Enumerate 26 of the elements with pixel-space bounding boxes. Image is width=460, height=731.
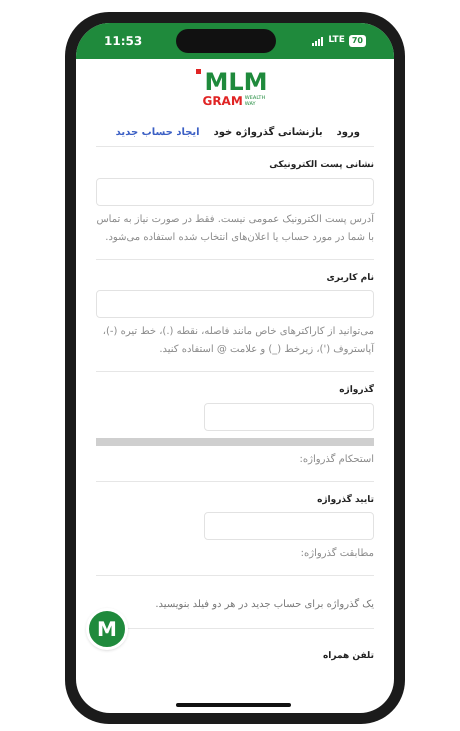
badge-letter: M [97,616,117,643]
battery-level: 70 [348,35,366,47]
logo-word: GRAM [202,95,243,107]
field-label: نام کاربری [325,272,374,284]
clock-time: 11:53 [104,33,142,50]
field-label: گذرواژه [338,384,374,397]
text-field[interactable] [96,178,374,206]
logo-square-icon [196,69,202,74]
tab[interactable]: ایجاد حساب جدید [116,125,200,140]
text-field[interactable] [96,290,374,318]
chat-badge[interactable]: M [86,608,128,650]
network-label: LTE [328,34,345,48]
tab[interactable]: ورود [336,125,360,140]
field-hint: مطابقت گذرواژه: [300,546,374,561]
logo-mark: MLM [203,69,268,95]
field-hint: آدرس پست الکترونیک عمومی نیست. فقط در صورت نیاز به تماس با شما در مورد حساب یا اعلان‌های انتخاب شده استفاده می‌شود. [96,212,374,244]
tab[interactable]: بازنشانی گذرواژه خود [214,125,323,140]
text-field[interactable] [204,402,374,430]
field-hint: می‌توانید از کاراکترهای خاص مانند فاصله، نقطه (.)، خط تیره (-)، آپاستروف (')، زیرخط (_) و علامت @ استفاده کنید. [102,325,374,357]
field-hint: استحکام گذرواژه: [298,452,374,466]
signal-icon [312,36,324,46]
field-label: تایید گذرواژه [316,494,374,506]
field-label: تلفن همراه [322,651,374,661]
hint-text: یک گذرواژه برای حساب جدید در هر دو فیلد بنویسید. [155,599,374,610]
text-field[interactable] [204,512,374,540]
field-label: نشانی پست الکترونیکی [268,159,374,172]
